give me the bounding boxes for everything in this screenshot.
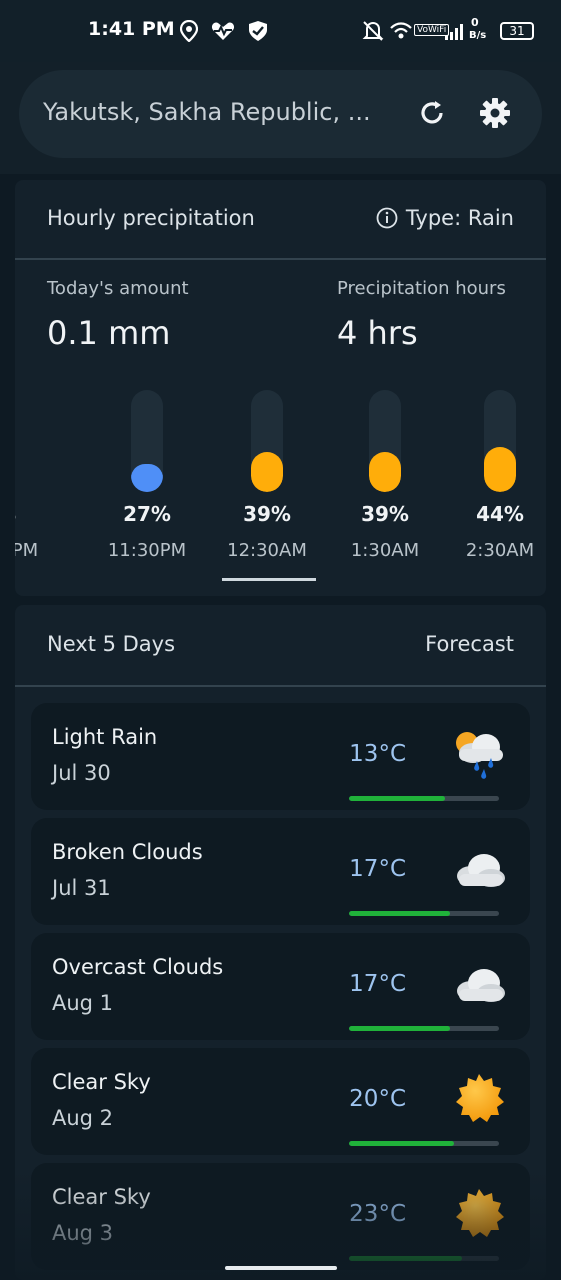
search-bar[interactable]: Yakutsk, Sakha Republic, ... [19,70,542,158]
temp-bar [349,1141,499,1146]
refresh-icon[interactable] [415,96,449,130]
day-temperature: 20°C [349,1086,406,1112]
location-pin-icon [180,20,198,42]
divider [15,258,546,260]
net-speed-value: 0 [471,16,479,29]
day-date: Jul 31 [52,876,111,900]
precip-chance: 44% [476,502,524,526]
temp-bar [349,796,499,801]
precip-bar-fill [369,452,401,492]
cloud-icon [451,840,507,896]
day-temperature: 17°C [349,971,406,997]
day-temperature: 17°C [349,856,406,882]
notifications-off-icon [362,21,384,41]
temp-bar [349,1026,499,1031]
status-time: 1:41 PM [88,18,175,40]
hour-label: 2:30AM [465,540,535,561]
shield-check-icon [249,21,267,41]
divider [15,685,546,687]
forecast-link[interactable]: Forecast [425,632,514,656]
today-amount-value: 0.1 mm [47,314,171,352]
forecast-day-row[interactable]: Clear Sky Aug 2 20°C [31,1048,530,1155]
precip-chance: 0% [15,502,59,526]
day-date: Aug 2 [52,1106,114,1130]
forecast-day-row[interactable]: Overcast Clouds Aug 1 17°C [31,933,530,1040]
forecast-title: Next 5 Days [47,632,176,656]
cloud-icon [451,955,507,1011]
status-bar: 1:41 PM VoWiFi 0 B/s 31 [0,0,561,62]
precip-chance: 39% [361,502,409,526]
wifi-icon [390,22,412,39]
temp-bar-fill [349,1141,454,1146]
vowifi-badge: VoWiFi [414,24,450,36]
precipitation-card: Hourly precipitation Type: Rain Today's … [15,180,546,596]
location-text[interactable]: Yakutsk, Sakha Republic, ... [43,98,383,126]
day-date: Aug 1 [52,991,114,1015]
temp-bar [349,911,499,916]
precip-type[interactable]: Type: Rain [376,206,514,230]
temp-bar-fill [349,1026,450,1031]
day-condition: Broken Clouds [52,840,203,864]
hourly-bars[interactable]: 0% 10:30PM 27% 11:30PM 39% 12:30AM 39% 1:30AM 44… [15,380,546,580]
forecast-day-row[interactable]: Light Rain Jul 30 13°C [31,703,530,810]
precip-bar-fill [484,447,516,492]
day-condition: Overcast Clouds [52,955,224,979]
precip-bar-fill [131,464,163,492]
settings-gear-icon[interactable] [478,96,512,130]
precip-bar-track [131,390,163,492]
precip-bar-track [251,390,283,492]
precip-chance: 39% [243,502,291,526]
heart-rate-icon [211,22,235,40]
temp-bar-fill [349,911,450,916]
day-date: Jul 30 [52,761,111,785]
hour-label: 10:30PM [15,540,39,561]
hour-label: 11:30PM [107,540,187,561]
day-temperature: 13°C [349,741,406,767]
forecast-day-row[interactable]: Broken Clouds Jul 31 17°C [31,818,530,925]
selected-hour-indicator [222,578,316,581]
precip-type-label: Type: Rain [405,206,514,230]
precip-chance: 27% [123,502,171,526]
battery-icon: 31 [500,22,534,40]
precip-bar-track [484,390,516,492]
precip-bar-fill [251,452,283,492]
precipitation-title: Hourly precipitation [47,206,255,230]
day-condition: Clear Sky [52,1070,151,1094]
hour-label: 12:30AM [227,540,307,561]
today-amount-label: Today's amount [47,278,189,299]
precip-bar-track [369,390,401,492]
precip-hours-label: Precipitation hours [337,278,506,299]
net-speed-unit: B/s [469,30,487,41]
day-condition: Light Rain [52,725,158,749]
info-icon [376,207,398,229]
bottom-fade [0,1170,561,1280]
home-indicator[interactable] [225,1266,337,1270]
precip-hours-value: 4 hrs [337,314,418,352]
temp-bar-fill [349,796,445,801]
rain-cloud-icon [451,725,507,781]
signal-icon [445,24,463,40]
sun-icon [451,1070,507,1126]
hour-label: 1:30AM [350,540,420,561]
